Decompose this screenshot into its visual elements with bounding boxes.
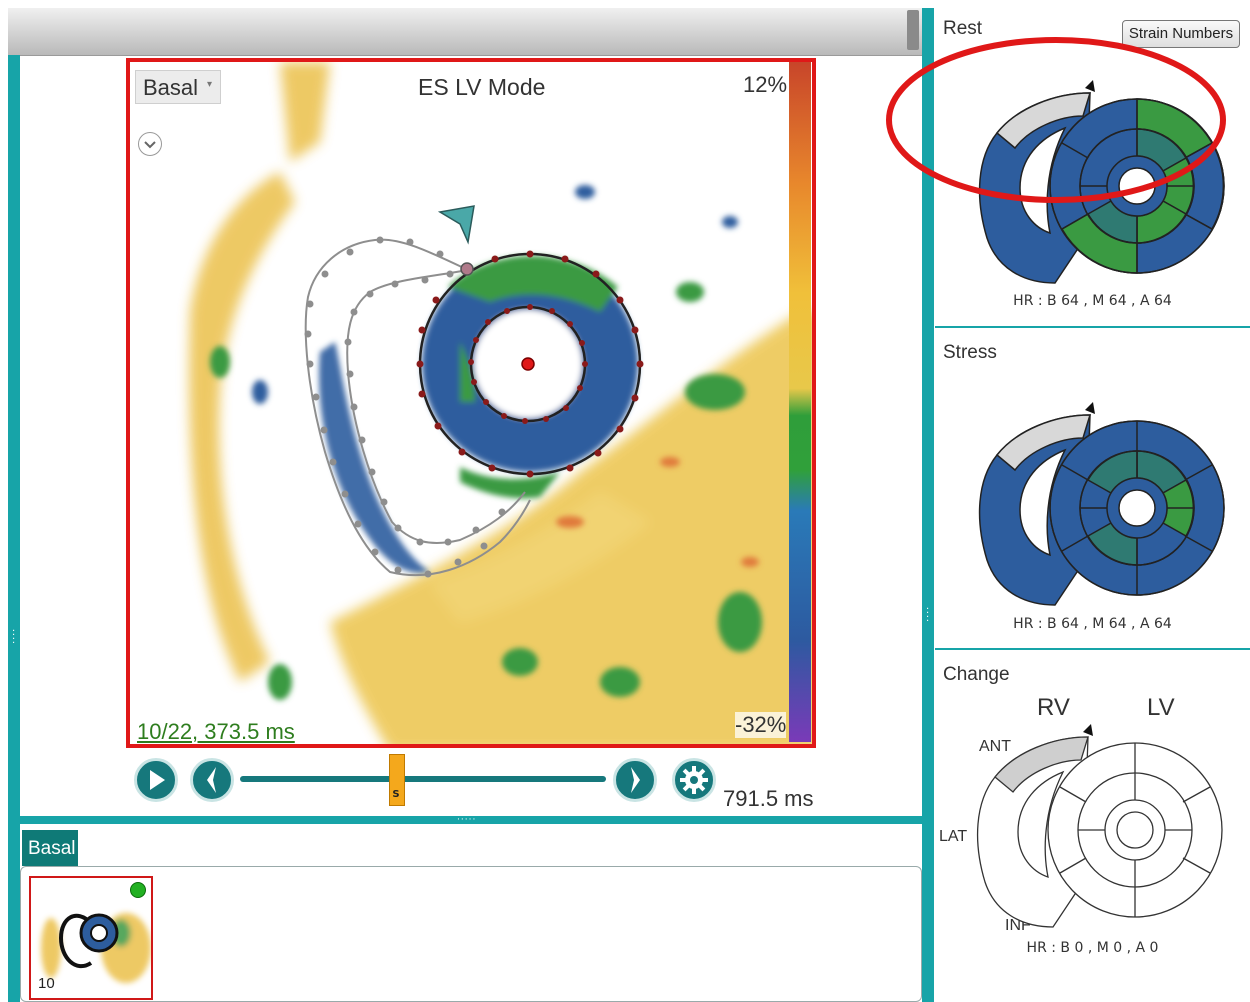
- right-splitter-grip-icon: · · · ·: [926, 604, 930, 627]
- change-panel: Change RV LV ANT LAT INF HR : B 0 , M 0 …: [935, 652, 1250, 1002]
- stress-heart-rate: HR : B 64 , M 64 , A 64: [1013, 616, 1172, 632]
- stress-panel: Stress HR : B 64 , M 64 , A 64: [935, 330, 1250, 650]
- strain-map-image: [189, 62, 812, 744]
- gear-icon: [680, 766, 708, 794]
- slider-thumb-label: S: [392, 789, 400, 800]
- splitter-grip-icon: ·····: [457, 815, 477, 825]
- play-icon: [150, 770, 165, 790]
- rv-insertion-point[interactable]: [460, 262, 474, 276]
- scale-min-label: -32%: [735, 712, 787, 738]
- frame-time-link[interactable]: 10/22, 373.5 ms: [137, 719, 295, 745]
- strain-color-scale: [789, 62, 811, 742]
- rv-insertion-marker-icon: [1085, 402, 1095, 414]
- expand-options-button[interactable]: [138, 132, 162, 156]
- left-splitter[interactable]: · · · ·: [8, 55, 20, 1002]
- scale-max-label: 12%: [743, 72, 788, 98]
- top-toolbar: [8, 8, 922, 56]
- rv-insertion-marker-icon: [1083, 724, 1093, 736]
- playback-slider-track[interactable]: [240, 776, 606, 782]
- stress-bullseye-diagram[interactable]: [935, 330, 1250, 650]
- series-thumbnail-panel: [20, 866, 922, 1002]
- rest-panel: Rest Strain Numbers HR: B 64 , M 64 , A…: [935, 8, 1250, 328]
- next-frame-button[interactable]: [613, 758, 657, 802]
- toolbar-scroll-handle[interactable]: [907, 10, 919, 50]
- left-splitter-grip-icon: · · · ·: [12, 626, 16, 649]
- mode-title: ES LV Mode: [416, 72, 548, 103]
- change-heart-rate: HR : B 0 , M 0 , A 0: [1026, 940, 1159, 956]
- thumbnail-index: 10: [38, 975, 55, 992]
- rest-heart-rate: HR : B 64 , M 64 , A 64: [1013, 293, 1172, 309]
- rv-direction-arrow-icon[interactable]: [437, 205, 475, 245]
- strain-image-viewer[interactable]: [126, 58, 816, 748]
- settings-button[interactable]: [672, 758, 716, 802]
- step-forward-icon: [631, 767, 640, 793]
- previous-frame-button[interactable]: [190, 758, 234, 802]
- right-splitter[interactable]: · · · ·: [922, 8, 934, 1002]
- slice-level-dropdown-value: Basal: [143, 75, 199, 100]
- chevron-down-icon: [144, 141, 156, 149]
- total-duration: 791.5 ms: [723, 786, 814, 811]
- tab-basal[interactable]: Basal: [22, 830, 78, 866]
- slice-level-dropdown[interactable]: Basal ▾: [135, 70, 221, 104]
- chevron-down-icon: ▾: [206, 79, 212, 90]
- rv-insertion-marker-icon: [1085, 80, 1095, 92]
- thumbnail-status-dot: [130, 882, 146, 898]
- play-button[interactable]: [134, 758, 178, 802]
- step-back-icon: [207, 767, 216, 793]
- rest-bullseye-diagram[interactable]: [935, 8, 1250, 328]
- lv-center-point[interactable]: [521, 357, 535, 371]
